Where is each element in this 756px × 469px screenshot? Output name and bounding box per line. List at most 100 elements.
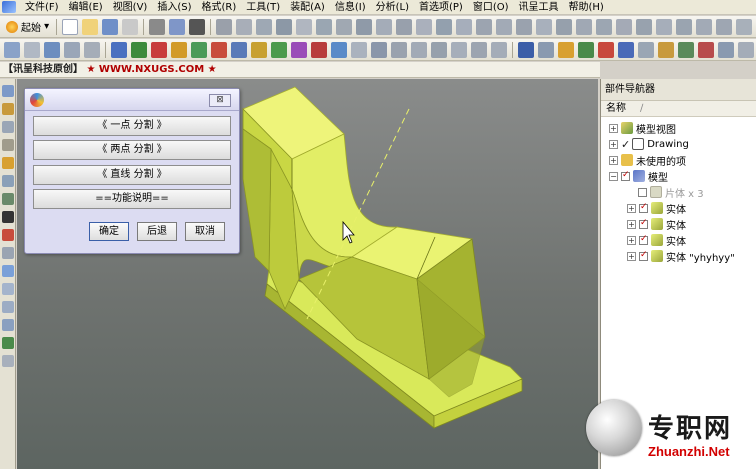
help-button[interactable]: ==功能说明==	[33, 189, 231, 209]
chamfer-icon[interactable]	[271, 41, 287, 58]
menu-insert[interactable]: 插入(S)	[152, 0, 196, 15]
snap-icon[interactable]	[416, 18, 433, 35]
shell-icon[interactable]	[291, 41, 307, 58]
wireframe-icon[interactable]	[336, 18, 353, 35]
thicken-icon[interactable]	[471, 41, 487, 58]
hide-icon[interactable]	[636, 18, 653, 35]
visibility-checkbox[interactable]	[639, 234, 648, 245]
tree-item-solid-2[interactable]: + 实体	[627, 216, 686, 232]
refresh-icon[interactable]	[2, 337, 14, 349]
projected-view-icon[interactable]	[638, 41, 654, 58]
section-icon[interactable]	[396, 18, 413, 35]
pan-icon[interactable]	[256, 18, 273, 35]
back-button[interactable]: 后退	[137, 222, 177, 241]
perspective-icon[interactable]	[296, 18, 313, 35]
drawing-icon[interactable]	[518, 41, 534, 58]
visibility-checkbox[interactable]	[638, 187, 647, 197]
visibility-checkbox[interactable]	[639, 202, 648, 213]
part-navigator-tab-icon[interactable]	[2, 85, 14, 97]
section-view-icon[interactable]	[658, 41, 674, 58]
blend-icon[interactable]	[251, 41, 267, 58]
visibility-checkbox[interactable]	[639, 218, 648, 229]
one-point-split-button[interactable]: 《 一点 分割 》	[33, 116, 231, 136]
tree-item-sheet-bodies[interactable]: 片体 x 3	[638, 184, 704, 200]
menu-tools[interactable]: 工具(T)	[241, 0, 285, 15]
detail-view-icon[interactable]	[678, 41, 694, 58]
save-icon[interactable]	[102, 18, 119, 35]
visibility-checkbox[interactable]	[639, 250, 648, 261]
hole-icon[interactable]	[171, 41, 187, 58]
process-studio-tab-icon[interactable]	[2, 229, 14, 241]
show-icon[interactable]	[656, 18, 673, 35]
cone-icon[interactable]	[2, 301, 14, 313]
menu-preferences[interactable]: 首选项(P)	[414, 0, 468, 15]
expand-icon[interactable]: +	[609, 139, 618, 149]
info-icon[interactable]	[716, 18, 733, 35]
isometric-icon[interactable]	[456, 18, 473, 35]
layer-icon[interactable]	[376, 18, 393, 35]
studio-icon[interactable]	[616, 18, 633, 35]
unite-icon[interactable]	[351, 41, 367, 58]
rotate-icon[interactable]	[276, 18, 293, 35]
trimetric-icon[interactable]	[476, 18, 493, 35]
box-icon[interactable]	[2, 265, 14, 277]
intersect-icon[interactable]	[391, 41, 407, 58]
constraint-navigator-tab-icon[interactable]	[2, 121, 14, 133]
expand-icon[interactable]: +	[627, 219, 636, 229]
expand-icon[interactable]: +	[609, 155, 618, 165]
menu-file[interactable]: 文件(F)	[20, 0, 64, 15]
filter-icon[interactable]	[676, 18, 693, 35]
zoom-icon[interactable]	[236, 18, 253, 35]
preferences-icon[interactable]	[736, 18, 753, 35]
pad-icon[interactable]	[231, 41, 247, 58]
fit-view-icon[interactable]	[216, 18, 233, 35]
system-materials-tab-icon[interactable]	[2, 211, 14, 223]
measure-icon[interactable]	[696, 18, 713, 35]
bottom-view-icon[interactable]	[576, 18, 593, 35]
export-icon[interactable]	[738, 41, 754, 58]
visibility-checkbox[interactable]	[621, 170, 630, 181]
history-tab-icon[interactable]	[2, 139, 14, 151]
view-orient-icon[interactable]	[356, 18, 373, 35]
open-folder-icon[interactable]	[82, 18, 99, 35]
tree-item-solid-yhyhyy[interactable]: + 实体 "yhyhyy"	[627, 248, 735, 264]
subtract-icon[interactable]	[371, 41, 387, 58]
extrude-icon[interactable]	[131, 41, 147, 58]
pocket-icon[interactable]	[211, 41, 227, 58]
front-view-icon[interactable]	[516, 18, 533, 35]
cancel-button[interactable]: 取消	[185, 222, 225, 241]
boss-icon[interactable]	[191, 41, 207, 58]
table-icon[interactable]	[578, 41, 594, 58]
expand-icon[interactable]: +	[627, 203, 636, 213]
component-icon[interactable]	[24, 41, 40, 58]
undo-icon[interactable]	[169, 18, 186, 35]
right-view-icon[interactable]	[536, 18, 553, 35]
line-split-button[interactable]: 《 直线 分割 》	[33, 165, 231, 185]
sketch-icon[interactable]	[111, 41, 127, 58]
start-button[interactable]: 起始 ▾	[2, 19, 53, 34]
reuse-library-tab-icon[interactable]	[2, 157, 14, 169]
tree-item-drawing[interactable]: + ✓ Drawing	[609, 136, 689, 152]
menu-analysis[interactable]: 分析(L)	[371, 0, 414, 15]
menu-edit[interactable]: 编辑(E)	[64, 0, 108, 15]
sew-icon[interactable]	[491, 41, 507, 58]
two-point-split-button[interactable]: 《 两点 分割 》	[33, 140, 231, 160]
navigator-column-header[interactable]: 名称 ∕	[601, 101, 756, 117]
assembly-navigator-tab-icon[interactable]	[2, 103, 14, 115]
palette-icon[interactable]	[2, 355, 14, 367]
expand-icon[interactable]: +	[609, 123, 618, 133]
back-view-icon[interactable]	[556, 18, 573, 35]
collapse-icon[interactable]: −	[609, 171, 618, 181]
offset-face-icon[interactable]	[451, 41, 467, 58]
draft-icon[interactable]	[311, 41, 327, 58]
dimension-icon[interactable]	[538, 41, 554, 58]
tree-item-model-views[interactable]: + 模型视图	[609, 120, 676, 136]
dialog-titlebar[interactable]: ⊠	[25, 89, 239, 111]
shaded-icon[interactable]	[316, 18, 333, 35]
instance-icon[interactable]	[411, 41, 427, 58]
web-browser-tab-icon[interactable]	[2, 175, 14, 187]
constraint-icon[interactable]	[44, 41, 60, 58]
sphere-icon[interactable]	[2, 319, 14, 331]
left-view-icon[interactable]	[596, 18, 613, 35]
menu-assembly[interactable]: 装配(A)	[285, 0, 330, 15]
